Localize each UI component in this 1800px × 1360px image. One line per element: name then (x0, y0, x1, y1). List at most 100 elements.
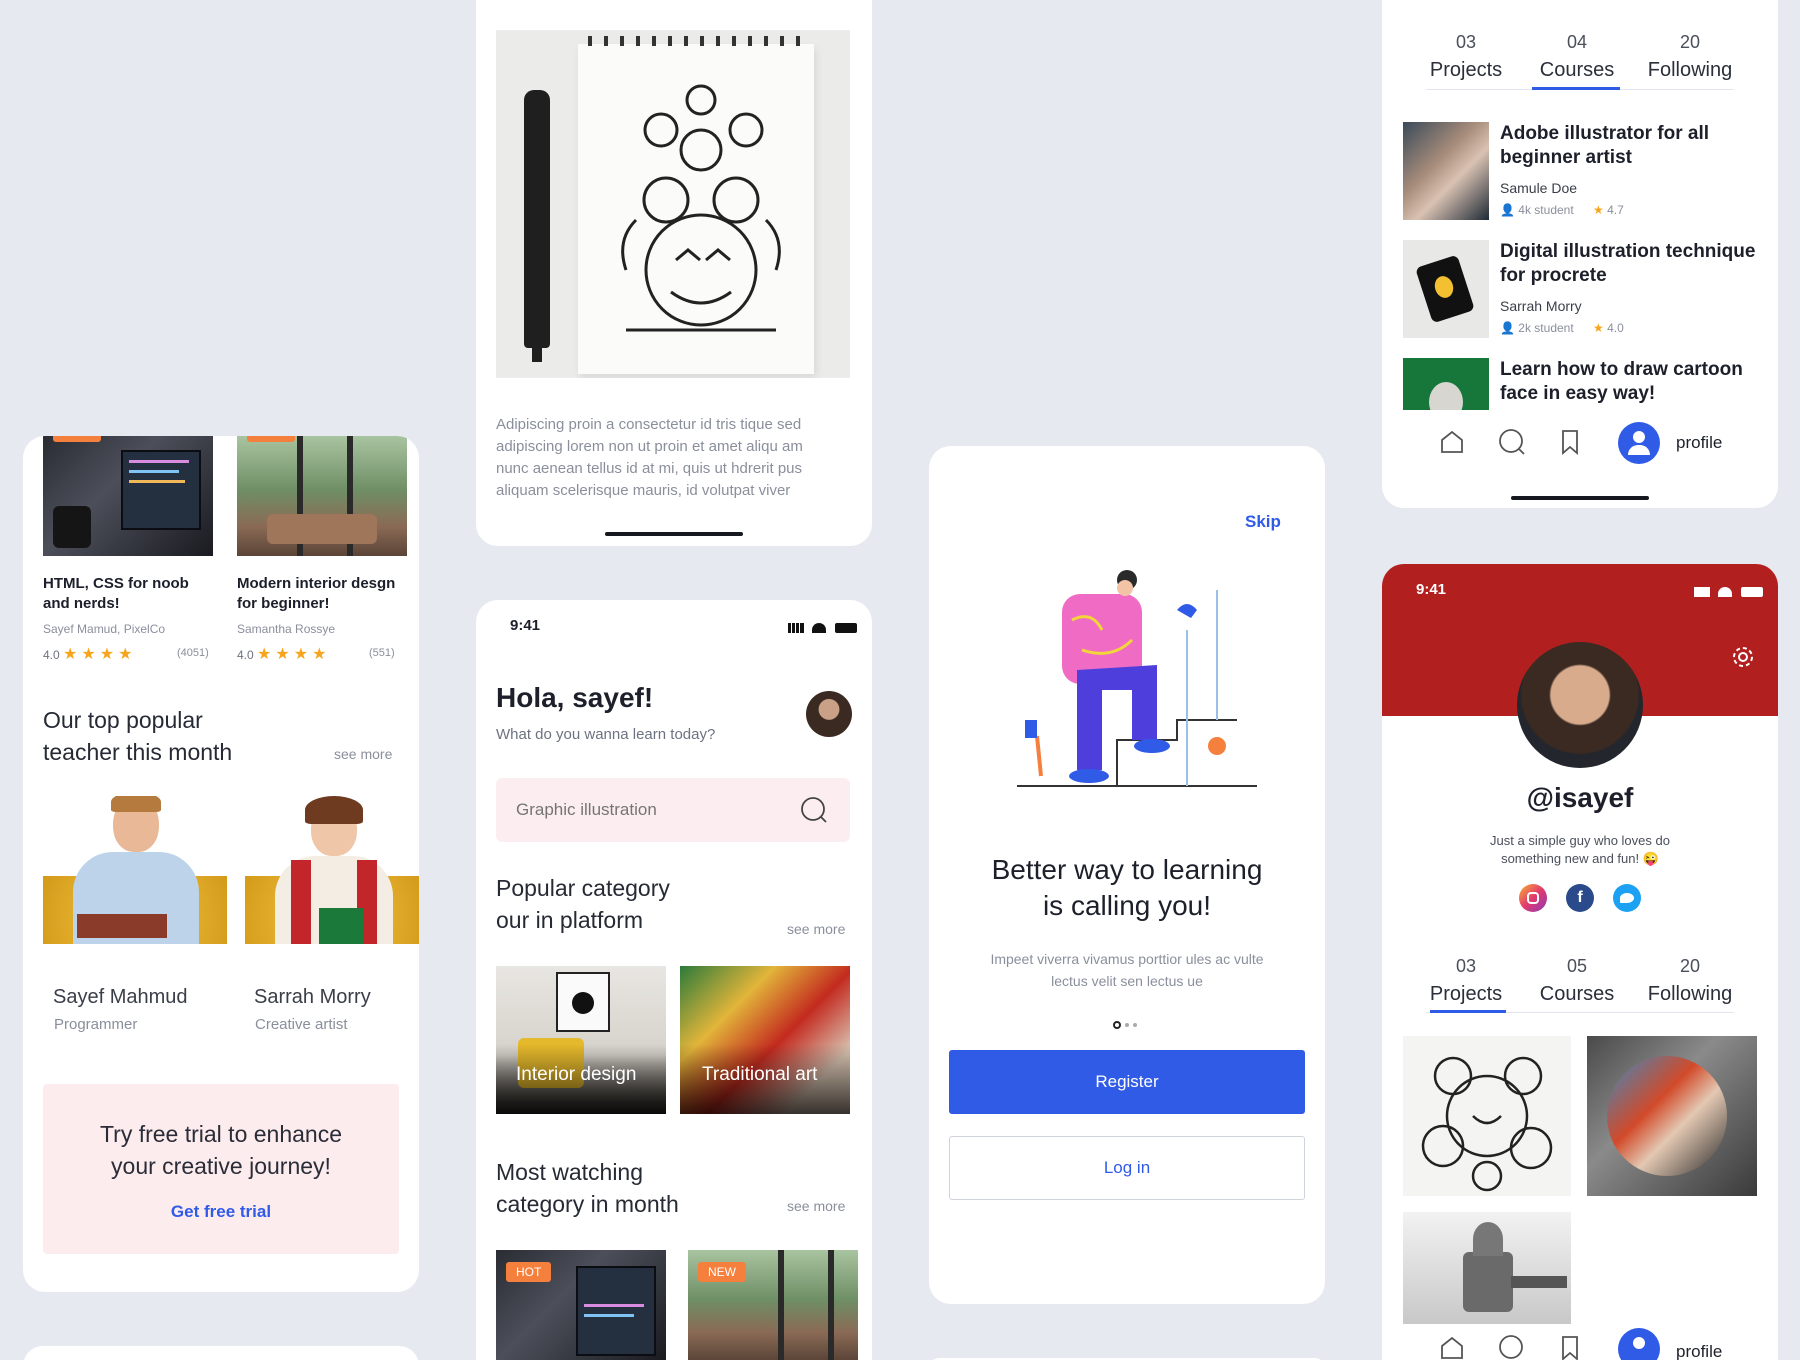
bottom-nav: profile (1382, 410, 1778, 470)
user-icon: 👤 (1500, 203, 1515, 217)
artwork-description: Adipiscing proin a consectetur id tris t… (496, 416, 803, 499)
tab-projects[interactable]: 03 Projects (1426, 956, 1506, 1006)
bookmark-icon[interactable] (1556, 1334, 1584, 1360)
home-icon[interactable] (1438, 1334, 1466, 1360)
profile-avatar[interactable] (1517, 642, 1643, 768)
course-thumb-illustrator[interactable] (1403, 122, 1489, 220)
category-card-traditional[interactable]: Traditional art (680, 966, 850, 1114)
search-bar[interactable] (496, 778, 850, 842)
project-thumb-3d[interactable] (1403, 1212, 1571, 1324)
course-badge (247, 436, 295, 442)
tab-projects[interactable]: 03 Projects (1426, 32, 1506, 82)
teacher-photo[interactable] (245, 796, 419, 944)
profile-nav-avatar[interactable] (1618, 422, 1660, 464)
profile-handle: @isayef (1526, 782, 1634, 813)
star-icon: ★★★★ (63, 646, 137, 663)
get-free-trial-button[interactable]: Get free trial (43, 1202, 399, 1222)
course-meta: 👤 4k student ★ 4.7 (1500, 203, 1624, 217)
halloween-doodle (621, 84, 781, 332)
courses-profile-screen: 03 Projects 04 Courses 20 Following Adobe i… (1382, 0, 1778, 508)
artwork-image[interactable] (496, 30, 850, 378)
tab-courses[interactable]: 04 Courses (1532, 32, 1622, 82)
signal-icon (788, 623, 804, 633)
course-badge (53, 436, 101, 442)
register-button[interactable]: Register (949, 1050, 1305, 1114)
course-author: Samantha Rossye (237, 622, 336, 636)
course-rating: 4.0 ★★★★ (237, 646, 331, 663)
profile-screen: 9:41 @isayef Just a simple guy who loves… (1382, 564, 1778, 1360)
signal-icon (1694, 587, 1710, 597)
course-title[interactable]: Adobe illustrator for all beginner artist (1500, 122, 1709, 170)
course-author: Sayef Mamud, PixelCo (43, 622, 166, 636)
course-title[interactable]: Digital illustration technique for procre… (1500, 240, 1755, 288)
instagram-icon[interactable] (1519, 884, 1547, 912)
page-dot (1133, 1023, 1137, 1027)
teacher-role: Programmer (54, 1016, 138, 1033)
wifi-icon (1718, 587, 1733, 597)
page-dot (1125, 1023, 1129, 1027)
gear-icon[interactable] (1730, 644, 1756, 670)
star-icon: ★★★★ (257, 646, 331, 663)
profile-bio: Just a simple guy who loves do something … (1490, 833, 1670, 866)
star-icon: ★ (1593, 321, 1604, 335)
teacher-role: Creative artist (255, 1016, 348, 1033)
home-screen: 9:41 Hola, sayef! What do you wanna lear… (476, 600, 872, 1360)
battery-icon (1740, 587, 1763, 597)
search-icon[interactable] (1498, 1334, 1526, 1360)
course-review-count: (551) (369, 647, 395, 659)
see-more-link[interactable]: see more (787, 1198, 845, 1214)
greeting: Hola, sayef! (496, 682, 654, 713)
course-thumb-interior[interactable] (237, 436, 407, 556)
course-thumb-procreate[interactable] (1403, 240, 1489, 338)
wifi-icon (812, 623, 827, 633)
facebook-icon[interactable]: f (1566, 884, 1594, 912)
course-title[interactable]: HTML, CSS for noob and nerds! (43, 574, 189, 614)
section-title: Our top popular teacher this month (43, 707, 233, 765)
home-indicator (1511, 496, 1649, 500)
teacher-name[interactable]: Sarrah Morry (254, 986, 371, 1009)
bottom-nav: profile (1382, 1328, 1778, 1360)
status-icons (788, 620, 857, 638)
search-icon[interactable] (1498, 428, 1526, 456)
teacher-name[interactable]: Sayef Mahmud (53, 986, 188, 1009)
bookmark-icon[interactable] (1556, 428, 1584, 456)
search-input[interactable] (516, 798, 776, 822)
course-title[interactable]: Modern interior desgn for beginner! (237, 574, 395, 614)
course-title[interactable]: Learn how to draw cartoon face in easy wa… (1500, 358, 1743, 406)
section-title: Most watching category in month (496, 1159, 679, 1217)
status-time: 9:41 (1416, 581, 1447, 598)
status-icons (1694, 584, 1763, 602)
see-more-link[interactable]: see more (787, 921, 845, 937)
onboarding-illustration (1017, 570, 1257, 787)
teacher-photo[interactable] (43, 796, 227, 944)
greeting-subtitle: What do you wanna learn today? (496, 726, 716, 743)
course-author: Sarrah Morry (1500, 298, 1582, 314)
user-icon: 👤 (1500, 321, 1515, 335)
profile-nav-label[interactable]: profile (1676, 433, 1722, 453)
project-thumb-portrait[interactable] (1587, 1036, 1757, 1196)
category-label: Interior design (516, 1064, 637, 1085)
skip-button[interactable]: Skip (1245, 512, 1281, 532)
tab-following[interactable]: 20 Following (1640, 956, 1740, 1006)
search-icon[interactable] (800, 796, 828, 824)
free-trial-text: Try free trial to enhance your creative j… (99, 1121, 343, 1179)
status-time: 9:41 (510, 617, 541, 634)
tab-following[interactable]: 20 Following (1640, 32, 1740, 82)
login-button[interactable]: Log in (949, 1136, 1305, 1200)
avatar[interactable] (806, 691, 852, 737)
next-card-peek (23, 1346, 419, 1360)
tab-active-indicator (1430, 1010, 1506, 1013)
project-thumb-doodle[interactable] (1403, 1036, 1571, 1196)
home-icon[interactable] (1438, 428, 1466, 456)
home-indicator (605, 532, 743, 536)
twitter-icon[interactable] (1613, 884, 1641, 912)
course-thumb-cartoon[interactable] (1403, 358, 1489, 410)
course-thumb-html[interactable] (43, 436, 213, 556)
category-card-interior[interactable]: Interior design (496, 966, 666, 1114)
see-more-link[interactable]: see more (334, 746, 392, 762)
profile-nav-label[interactable]: profile (1676, 1342, 1722, 1360)
onboarding-headline: Better way to learning is calling you! (991, 854, 1263, 921)
artwork-detail-screen: Adipiscing proin a consectetur id tris t… (476, 0, 872, 546)
tab-courses[interactable]: 05 Courses (1532, 956, 1622, 1006)
profile-nav-avatar[interactable] (1618, 1328, 1660, 1360)
